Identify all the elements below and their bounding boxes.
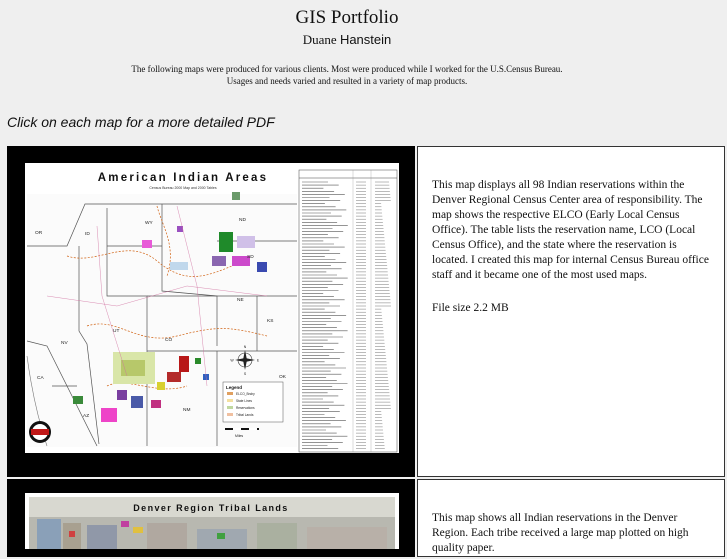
denver-region-tribal-lands-map-link[interactable]: Denver Region Tribal Lands: [7, 479, 415, 554]
legend-item: Tribal Lands: [236, 413, 254, 417]
state-label: NM: [183, 407, 190, 413]
census-logo-icon: [29, 421, 51, 443]
map-subtitle: Census Bureau 2000 Map and 2000 Tables: [149, 186, 217, 190]
scale-label: Miles: [235, 434, 243, 438]
state-label: NV: [61, 340, 68, 346]
intro-line-2: Usages and needs varied and resulted in …: [226, 76, 468, 86]
table-row: Denver Region Tribal Lands This map show…: [7, 479, 725, 557]
map-description: This map displays all 98 Indian reservat…: [432, 179, 709, 281]
map-legend: Legend ELCO_Bndry State Lines Reservatio…: [222, 381, 284, 423]
portfolio-table: American Indian Areas Census Bureau 2000…: [5, 144, 727, 559]
legend-item: Reservations: [236, 406, 255, 410]
map-cell: American Indian Areas Census Bureau 2000…: [7, 146, 415, 477]
american-indian-areas-map-link[interactable]: American Indian Areas Census Bureau 2000…: [7, 146, 415, 477]
legend-item: State Lines: [236, 399, 252, 403]
author-first-name: Duane: [302, 32, 337, 47]
table-row: American Indian Areas Census Bureau 2000…: [7, 146, 725, 477]
author-last-name: Hanstein: [339, 32, 392, 47]
author-name: Duane Hanstein: [0, 32, 694, 48]
intro-line-1: The following maps were produced for var…: [131, 64, 563, 74]
intro-text: The following maps were produced for var…: [0, 63, 694, 87]
map-title: American Indian Areas: [98, 172, 268, 184]
state-label: ND: [239, 217, 246, 223]
state-label: CA: [37, 375, 44, 381]
click-instruction: Click on each map for a more detailed PD…: [7, 114, 275, 130]
map-description-cell: This map displays all 98 Indian reservat…: [417, 146, 725, 477]
map-cell: Denver Region Tribal Lands: [7, 479, 415, 557]
state-label: ID: [85, 231, 90, 237]
state-label: NE: [237, 297, 244, 303]
file-size: File size 2.2 MB: [432, 302, 509, 314]
american-indian-areas-map: American Indian Areas Census Bureau 2000…: [7, 146, 415, 472]
state-label: KS: [267, 318, 273, 324]
state-label: SD: [247, 254, 254, 260]
denver-region-tribal-lands-map: Denver Region Tribal Lands: [7, 479, 415, 549]
page-title: GIS Portfolio: [295, 7, 399, 28]
state-label: AZ: [83, 413, 89, 419]
state-label: OR: [35, 230, 43, 236]
map-title: Denver Region Tribal Lands: [133, 503, 288, 513]
state-label: WY: [145, 220, 154, 226]
map-description-cell: This map shows all Indian reservations i…: [417, 479, 725, 557]
legend-title: Legend: [226, 385, 242, 390]
state-label: UT: [113, 328, 119, 334]
legend-item: ELCO_Bndry: [236, 392, 255, 396]
reservation-table: [298, 169, 398, 453]
state-label: CO: [165, 337, 172, 343]
state-label: OK: [279, 374, 287, 380]
